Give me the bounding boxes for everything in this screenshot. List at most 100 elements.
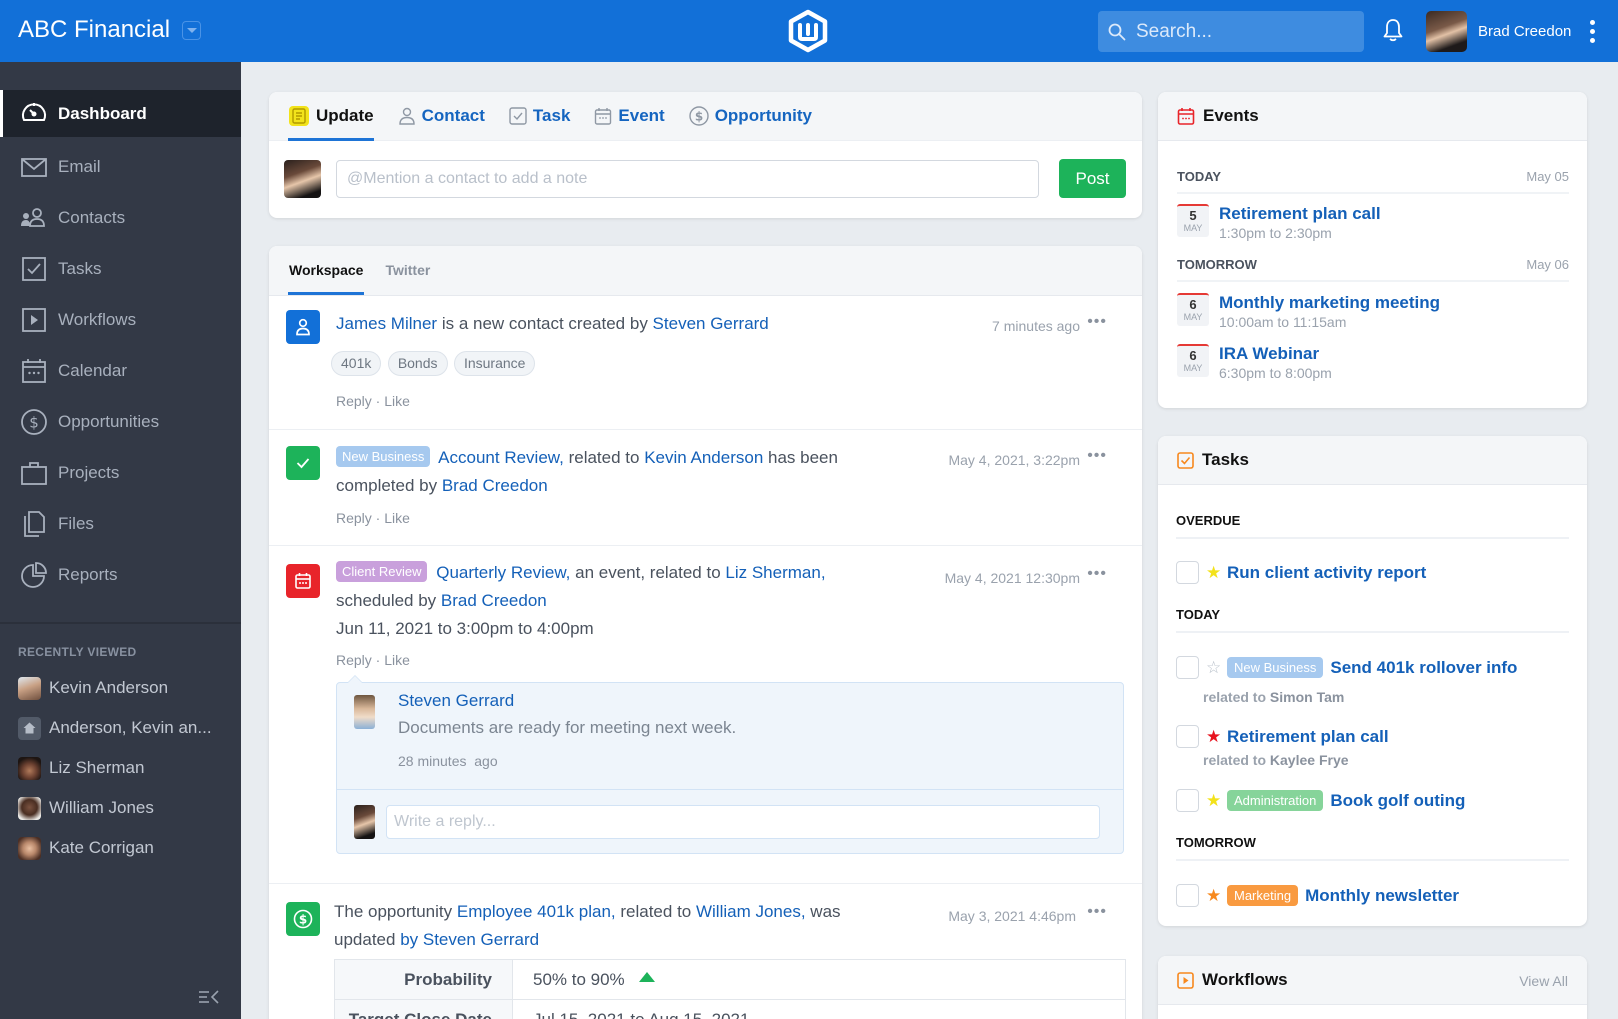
event-item[interactable]: 6 MAY IRA Webinar 6:30pm to 8:00pm [1177, 344, 1332, 382]
sidebar-item-workflows[interactable]: Workflows [0, 294, 241, 345]
avatar [18, 836, 41, 860]
event-item[interactable]: 6 MAY Monthly marketing meeting 10:00am to… [1177, 293, 1440, 331]
tag-pill[interactable]: 401k [331, 351, 382, 376]
related-contact[interactable]: Simon Tam [1270, 689, 1344, 705]
tab-workspace[interactable]: Workspace [288, 246, 365, 295]
task-checkbox[interactable] [1176, 884, 1199, 907]
sidebar-item-calendar[interactable]: Calendar [0, 345, 241, 396]
view-all-link[interactable]: View All [1519, 973, 1568, 989]
task-checkbox[interactable] [1176, 656, 1199, 679]
bell-icon[interactable] [1382, 18, 1404, 42]
badge-day: 5 [1189, 208, 1197, 223]
activity-feed: Workspace Twitter James Milner is a new … [269, 246, 1142, 1019]
sidebar-divider [0, 622, 241, 624]
separator: · [371, 393, 385, 409]
tag-pill[interactable]: Insurance [453, 351, 536, 376]
recent-item[interactable]: Kate Corrigan [18, 828, 212, 868]
more-vertical-icon[interactable] [1589, 20, 1595, 43]
star-outline-icon[interactable]: ☆ [1206, 658, 1222, 678]
tab-twitter[interactable]: Twitter [384, 246, 431, 295]
chevron-down-icon[interactable] [182, 20, 202, 40]
recent-item[interactable]: Anderson, Kevin an... [18, 708, 212, 748]
tab-task[interactable]: Task [509, 92, 570, 141]
sidebar-item-contacts[interactable]: Contacts [0, 192, 241, 243]
reply-link[interactable]: Reply [336, 510, 372, 526]
search-icon [1108, 23, 1126, 40]
collapse-sidebar-icon[interactable] [198, 990, 220, 1004]
task-checkbox[interactable] [1176, 725, 1199, 748]
projects-icon [21, 461, 47, 485]
more-options-icon[interactable]: ••• [1087, 903, 1107, 921]
user-avatar[interactable] [1426, 11, 1467, 52]
recent-item[interactable]: Liz Sherman [18, 748, 212, 788]
user-link[interactable]: Brad Creedon [441, 591, 547, 610]
contact-link[interactable]: William Jones, [696, 902, 806, 921]
text: an event, related to [570, 563, 726, 582]
task-checkbox[interactable] [1176, 789, 1199, 812]
contact-link[interactable]: Liz Sherman, [725, 563, 825, 582]
event-item[interactable]: 5 MAY Retirement plan call 1:30pm to 2:30p… [1177, 204, 1381, 242]
badge-month: MAY [1183, 223, 1203, 233]
star-icon[interactable]: ★ [1206, 727, 1222, 747]
comment-author[interactable]: Steven Gerrard [398, 691, 514, 711]
more-options-icon[interactable]: ••• [1087, 565, 1107, 583]
tab-contact[interactable]: Contact [398, 92, 485, 141]
like-link[interactable]: Like [384, 510, 410, 526]
opportunity-link[interactable]: Employee 401k plan, [457, 902, 616, 921]
recent-item-label: Liz Sherman [49, 758, 145, 777]
app-switcher[interactable]: ABC Financial [18, 16, 202, 44]
search-input[interactable] [1136, 20, 1336, 43]
task-checkbox[interactable] [1176, 561, 1199, 584]
sidebar-item-label: Tasks [58, 258, 102, 278]
sidebar-item-projects[interactable]: Projects [0, 447, 241, 498]
like-link[interactable]: Like [384, 393, 410, 409]
tab-update[interactable]: Update [288, 92, 374, 141]
date-badge: 6 MAY [1177, 293, 1209, 326]
tab-event[interactable]: Event [594, 92, 665, 141]
event-title[interactable]: IRA Webinar [1219, 344, 1332, 364]
trend-up-icon [638, 971, 655, 982]
sidebar-item-label: Reports [58, 564, 118, 584]
user-name[interactable]: Brad Creedon [1478, 23, 1571, 40]
task-title[interactable]: Monthly newsletter [1305, 886, 1459, 906]
sidebar-item-reports[interactable]: Reports [0, 549, 241, 600]
event-title[interactable]: Monthly marketing meeting [1219, 293, 1440, 313]
more-options-icon[interactable]: ••• [1087, 447, 1107, 465]
task-title[interactable]: Retirement plan call [1227, 727, 1389, 747]
star-icon[interactable]: ★ [1206, 563, 1222, 583]
post-button[interactable]: Post [1059, 159, 1126, 198]
sidebar-item-email[interactable]: Email [0, 141, 241, 192]
reply-link[interactable]: Reply [336, 393, 372, 409]
reply-input[interactable] [386, 804, 1100, 839]
recent-item[interactable]: Kevin Anderson [18, 668, 212, 708]
contact-link[interactable]: Kevin Anderson [644, 448, 763, 467]
star-icon[interactable]: ★ [1206, 791, 1222, 811]
sidebar-item-opportunities[interactable]: $ Opportunities [0, 396, 241, 447]
workflows-card: Workflows View All [1158, 956, 1587, 1019]
star-icon[interactable]: ★ [1206, 886, 1222, 906]
user-link[interactable]: by Steven Gerrard [400, 930, 539, 949]
related-contact[interactable]: Kaylee Frye [1270, 752, 1349, 768]
recent-item[interactable]: William Jones [18, 788, 212, 828]
sidebar-item-dashboard[interactable]: Dashboard [0, 90, 241, 137]
tag-pill[interactable]: Bonds [387, 351, 448, 376]
like-link[interactable]: Like [384, 652, 410, 668]
sidebar-item-tasks[interactable]: Tasks [0, 243, 241, 294]
event-link[interactable]: Quarterly Review, [436, 563, 570, 582]
note-input[interactable] [336, 159, 1039, 198]
event-title[interactable]: Retirement plan call [1219, 204, 1381, 224]
task-title[interactable]: Send 401k rollover info [1330, 658, 1517, 678]
avatar [18, 796, 41, 820]
task-title[interactable]: Run client activity report [1227, 563, 1426, 583]
task-link[interactable]: Account Review, [438, 448, 564, 467]
user-link[interactable]: Brad Creedon [442, 476, 548, 495]
sidebar-item-files[interactable]: Files [0, 498, 241, 549]
search-box[interactable] [1098, 11, 1364, 52]
user-link[interactable]: Steven Gerrard [653, 314, 769, 333]
contact-link[interactable]: James Milner [336, 314, 437, 333]
hexagon-w-logo[interactable] [787, 9, 829, 53]
tab-opportunity[interactable]: $ Opportunity [689, 92, 812, 141]
task-title[interactable]: Book golf outing [1330, 791, 1465, 811]
more-options-icon[interactable]: ••• [1087, 313, 1107, 331]
reply-link[interactable]: Reply [336, 652, 372, 668]
